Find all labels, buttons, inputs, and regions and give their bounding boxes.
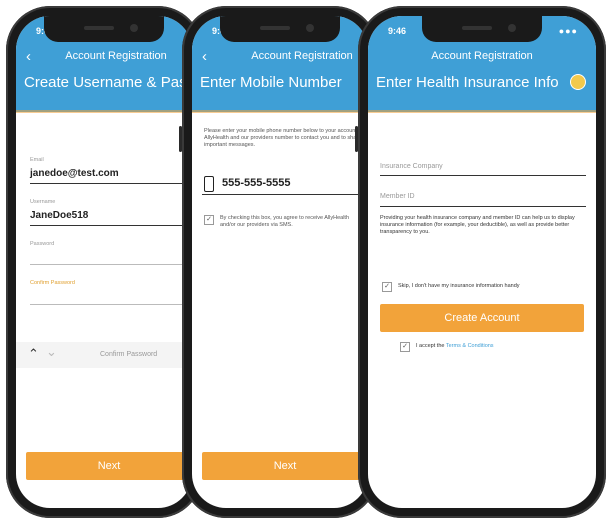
username-field[interactable]: JaneDoe518 — [30, 210, 88, 221]
phone-icon — [204, 176, 214, 192]
screen-3: 9:46 ●●● Account Registration Enter Heal… — [368, 16, 596, 508]
accept-terms: I accept the Terms & Conditions — [416, 343, 494, 350]
nav-title: Account Registration — [251, 50, 353, 62]
member-id-field[interactable]: Member ID — [380, 193, 415, 200]
info-text: Providing your health insurance company … — [380, 215, 575, 235]
email-label: Email — [30, 157, 44, 163]
company-underline — [380, 175, 586, 176]
phone-frame-3: 9:46 ●●● Account Registration Enter Heal… — [355, 6, 606, 518]
username-label: Username — [30, 199, 56, 205]
password-field[interactable] — [30, 264, 192, 265]
toolbar-label: Confirm Password — [100, 351, 158, 358]
mobile-underline — [202, 194, 368, 195]
insurance-company-field[interactable]: Insurance Company — [380, 163, 443, 170]
username-underline — [30, 225, 192, 226]
confirm-password-label: Confirm Password — [30, 280, 75, 286]
back-button[interactable]: ‹ — [202, 48, 207, 65]
consent-checkbox[interactable]: ✓ — [204, 215, 214, 225]
notch — [220, 16, 340, 42]
help-icon[interactable] — [570, 74, 586, 90]
header-divider — [368, 110, 596, 113]
nav-title: Account Registration — [431, 50, 533, 62]
consent-text: By checking this box, you agree to recei… — [220, 215, 350, 228]
chevron-down-icon[interactable]: ⌄ — [46, 344, 57, 360]
member-id-underline — [380, 206, 586, 207]
next-button[interactable]: Next — [26, 452, 192, 480]
next-button[interactable]: Next — [202, 452, 368, 480]
nav-title: Account Registration — [65, 50, 167, 62]
password-label: Password — [30, 241, 55, 247]
create-account-button[interactable]: Create Account — [380, 304, 584, 332]
accept-prefix: I accept the — [416, 343, 445, 349]
page-heading: Enter Health Insurance Info — [376, 74, 559, 91]
chevron-up-icon[interactable]: ⌃ — [28, 346, 39, 362]
screen-2: 9:45 ‹ Account Registration Enter Mobile… — [192, 16, 368, 508]
notch — [422, 16, 542, 42]
phone-frame-1: 9:46 ‹ Account Registration Create Usern… — [6, 6, 202, 518]
header-divider — [192, 110, 368, 113]
skip-checkbox[interactable]: ✓ — [382, 282, 392, 292]
status-time: 9:46 — [388, 26, 407, 36]
terms-link[interactable]: Terms & Conditions — [446, 343, 494, 349]
keyboard-toolbar: ⌃ ⌄ Confirm Password — [16, 342, 192, 368]
signal-icon: ●●● — [558, 26, 578, 36]
email-field[interactable]: janedoe@test.com — [30, 168, 119, 179]
screen-1: 9:46 ‹ Account Registration Create Usern… — [16, 16, 192, 508]
skip-text: Skip, I don't have my insurance informat… — [398, 283, 520, 289]
header-divider — [16, 110, 192, 113]
terms-checkbox[interactable]: ✓ — [400, 342, 410, 352]
page-heading: Create Username & Password — [24, 74, 192, 91]
phone-frame-2: 9:45 ‹ Account Registration Enter Mobile… — [179, 6, 378, 518]
mobile-number-field[interactable]: 555-555-5555 — [222, 177, 291, 189]
email-underline — [30, 183, 192, 184]
info-text: Please enter your mobile phone number be… — [204, 128, 362, 148]
notch — [44, 16, 164, 42]
page-heading: Enter Mobile Number — [200, 74, 342, 91]
back-button[interactable]: ‹ — [26, 48, 31, 65]
confirm-password-field[interactable] — [30, 304, 192, 305]
